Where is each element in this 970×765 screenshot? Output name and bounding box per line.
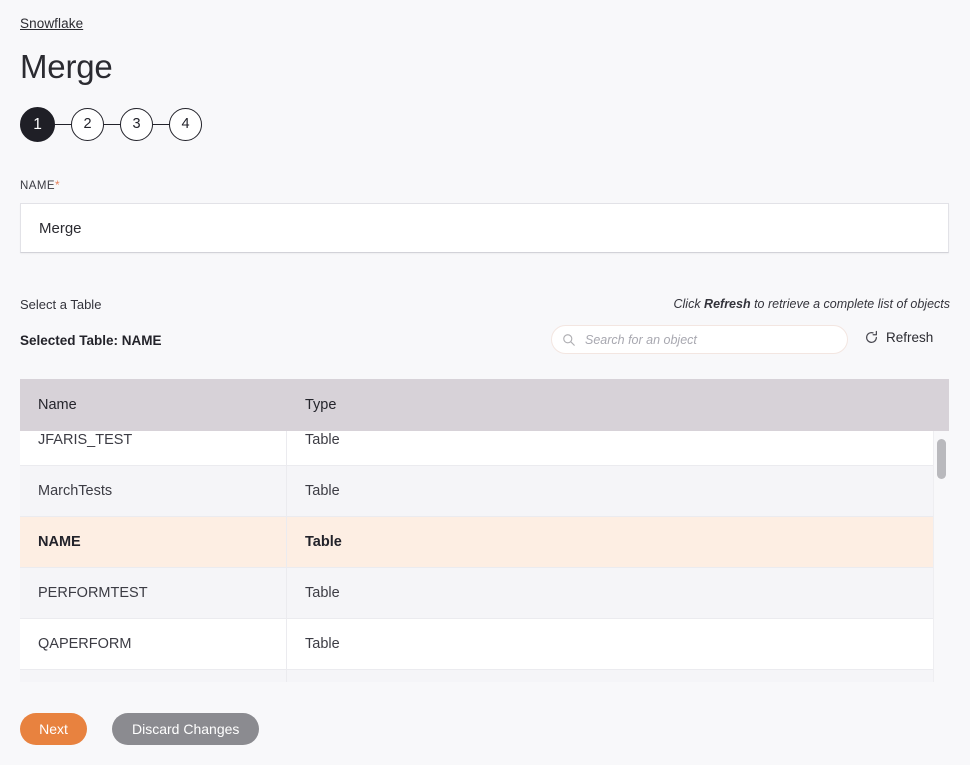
table-row[interactable] (20, 669, 933, 682)
table-row[interactable]: NAME Table (20, 516, 933, 568)
cell-type: Table (305, 636, 340, 652)
select-a-table-label: Select a Table (20, 297, 102, 312)
table-row[interactable]: MarchTests Table (20, 465, 933, 517)
refresh-button[interactable]: Refresh (864, 330, 933, 345)
next-button[interactable]: Next (20, 713, 87, 745)
hint-prefix: Click (673, 297, 705, 311)
table-row[interactable]: PERFORMTEST Table (20, 567, 933, 619)
wizard-stepper: 1234 (20, 107, 202, 142)
table-scrollbar-thumb[interactable] (937, 439, 946, 479)
discard-changes-button[interactable]: Discard Changes (112, 713, 260, 745)
cell-type: Table (305, 585, 340, 601)
cell-type: Table (305, 483, 340, 499)
cell-name (20, 669, 287, 682)
refresh-button-label: Refresh (886, 330, 934, 345)
table-header-row: Name Type (20, 379, 949, 431)
merge-wizard-page: Snowflake Merge 1234 NAME* Select a Tabl… (0, 0, 970, 765)
stepper-connector (153, 123, 169, 126)
stepper-step-4[interactable]: 4 (169, 108, 202, 141)
table-body: JFARIS_TEST Table MarchTests Table NAME Table… (20, 414, 933, 682)
cell-name: PERFORMTEST (20, 567, 287, 619)
name-field-label: NAME* (20, 178, 60, 192)
required-asterisk: * (55, 178, 61, 192)
object-table: JFARIS_TEST Table MarchTests Table NAME Table… (20, 379, 949, 682)
table-row[interactable]: QAPERFORM Table (20, 618, 933, 670)
page-title: Merge (20, 48, 113, 85)
breadcrumb-snowflake[interactable]: Snowflake (20, 16, 83, 31)
hint-suffix: to retrieve a complete list of objects (750, 297, 950, 311)
name-label-text: NAME (20, 180, 56, 192)
cell-type: Table (305, 534, 342, 550)
footer-actions: Next Discard Changes (20, 713, 260, 745)
stepper-connector (104, 123, 120, 126)
column-header-type[interactable]: Type (287, 397, 949, 413)
refresh-hint: Click Refresh to retrieve a complete lis… (673, 297, 950, 311)
stepper-step-1[interactable]: 1 (20, 107, 55, 142)
cell-name: MarchTests (20, 465, 287, 517)
hint-bold: Refresh (704, 297, 751, 311)
stepper-step-3[interactable]: 3 (120, 108, 153, 141)
search-input[interactable] (583, 331, 837, 348)
search-icon (563, 333, 575, 346)
search-box[interactable] (551, 325, 848, 354)
column-header-name[interactable]: Name (20, 397, 287, 413)
refresh-icon (866, 330, 877, 343)
name-input[interactable] (20, 203, 949, 253)
cell-name: QAPERFORM (20, 618, 287, 670)
cell-type: Table (305, 432, 340, 448)
stepper-connector (55, 123, 71, 126)
stepper-step-2[interactable]: 2 (71, 108, 104, 141)
cell-name: NAME (20, 516, 287, 568)
selected-table-text: Selected Table: NAME (20, 333, 162, 348)
table-scrollbar-track[interactable] (933, 431, 949, 682)
